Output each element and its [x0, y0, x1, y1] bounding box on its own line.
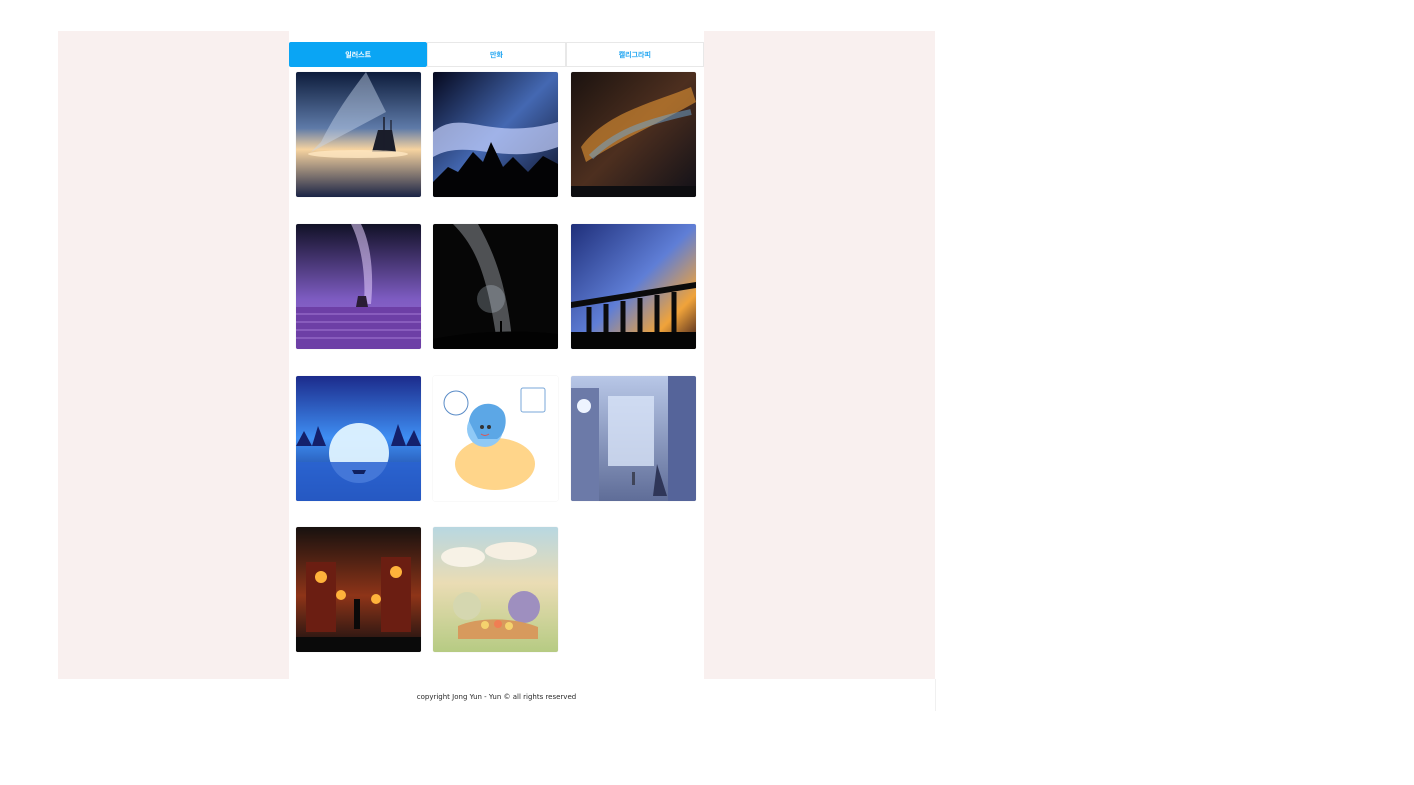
starry-ship-illustration[interactable]: [296, 72, 421, 197]
category-tabs: 일러스트 만화 캘리그라피: [289, 42, 704, 67]
tab-illustration[interactable]: 일러스트: [289, 42, 428, 67]
tab-label: 일러스트: [345, 50, 372, 59]
image-gallery: [296, 72, 698, 653]
tab-comic[interactable]: 만화: [427, 42, 566, 67]
divider: [935, 679, 936, 711]
tab-label: 만화: [490, 50, 503, 59]
silhouette-galaxy-illustration[interactable]: [433, 224, 558, 349]
cartoon-character-illustration[interactable]: [433, 376, 558, 501]
night-lantern-illustration[interactable]: [296, 527, 421, 652]
content-area: 일러스트 만화 캘리그라피: [289, 31, 704, 679]
lavender-galaxy-illustration[interactable]: [296, 224, 421, 349]
picnic-field-illustration[interactable]: [433, 527, 558, 652]
colorful-galaxy-illustration[interactable]: [571, 72, 696, 197]
moon-lake-illustration[interactable]: [296, 376, 421, 501]
city-street-illustration[interactable]: [571, 376, 696, 501]
footer-copyright: copyright Jong Yun - Yun © all rights re…: [416, 693, 577, 701]
tab-label: 캘리그라피: [618, 50, 651, 59]
galaxy-mountain-illustration[interactable]: [433, 72, 558, 197]
page: 일러스트 만화 캘리그라피 copyright Jong Yun - Yun ©…: [58, 31, 936, 711]
tab-calligraphy[interactable]: 캘리그라피: [565, 42, 704, 67]
bridge-sunset-illustration[interactable]: [571, 224, 696, 349]
